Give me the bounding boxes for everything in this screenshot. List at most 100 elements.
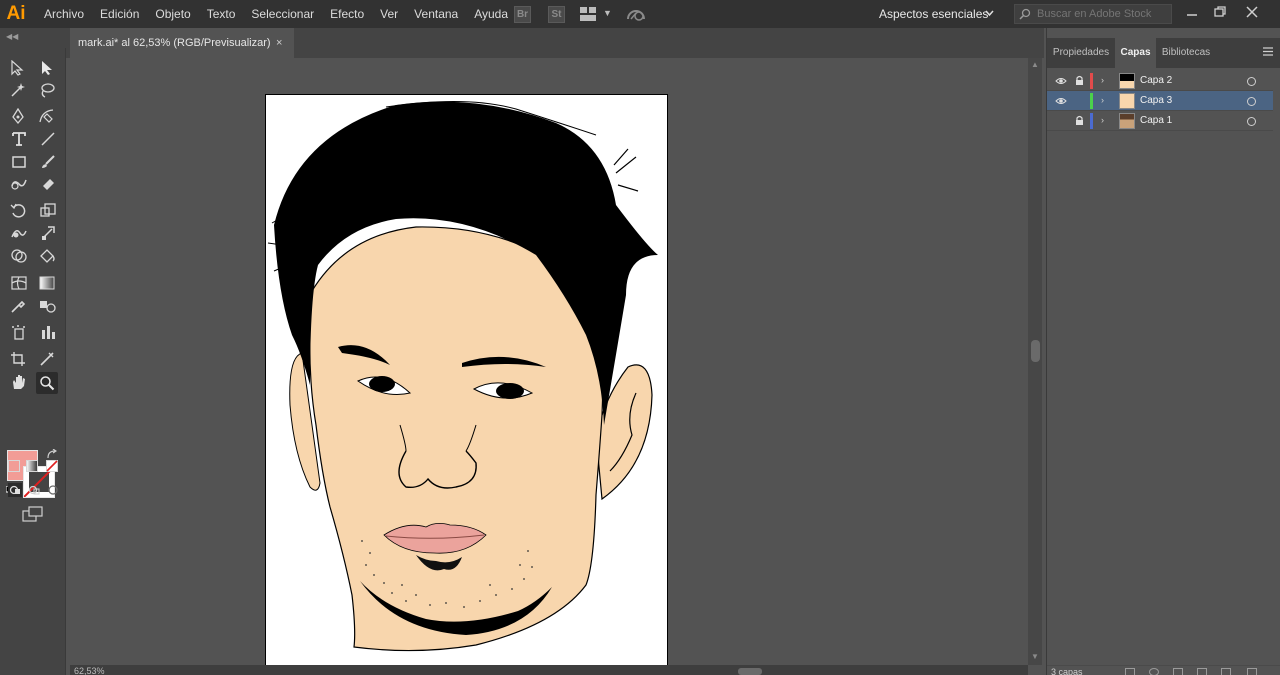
rectangle-tool-icon[interactable] xyxy=(11,154,27,170)
layer-name[interactable]: Capa 1 xyxy=(1140,111,1172,131)
line-segment-tool-icon[interactable] xyxy=(40,131,56,147)
workspace-switcher[interactable]: Aspectos esenciales xyxy=(879,0,988,28)
panel-menu-icon[interactable] xyxy=(1263,47,1273,56)
canvas-area[interactable] xyxy=(70,58,1028,665)
vertical-scrollbar[interactable]: ▲ ▼ xyxy=(1028,58,1042,665)
layer-color-strip xyxy=(1090,93,1093,109)
lock-icon[interactable] xyxy=(1075,75,1084,86)
artboard[interactable] xyxy=(265,94,668,665)
paintbrush-tool-icon[interactable] xyxy=(40,154,56,170)
pen-tool-icon[interactable] xyxy=(10,108,26,124)
layer-row[interactable]: › Capa 2 xyxy=(1047,71,1273,91)
zoom-level-field[interactable]: 62,53% xyxy=(74,665,105,675)
layer-color-strip xyxy=(1090,113,1093,129)
warp-tool-icon[interactable] xyxy=(10,225,28,241)
scroll-up-icon[interactable]: ▲ xyxy=(1031,60,1039,69)
vertical-scroll-thumb[interactable] xyxy=(1031,340,1040,362)
gradient-mode-icon[interactable] xyxy=(26,460,38,472)
selection-tool-icon[interactable] xyxy=(10,60,24,76)
none-mode-icon[interactable] xyxy=(46,460,58,472)
bridge-icon[interactable]: Br xyxy=(514,6,531,23)
curvature-tool-icon[interactable] xyxy=(38,108,56,124)
delete-layer-icon[interactable] xyxy=(1247,668,1257,675)
shape-builder-tool-icon[interactable] xyxy=(10,248,28,264)
layer-row[interactable]: › Capa 1 xyxy=(1047,111,1273,131)
blend-tool-icon[interactable] xyxy=(38,298,56,314)
layer-name[interactable]: Capa 2 xyxy=(1140,71,1172,91)
visibility-eye-icon[interactable] xyxy=(1055,117,1067,125)
menu-edicion[interactable]: Edición xyxy=(92,0,147,28)
type-tool-icon[interactable] xyxy=(11,131,27,147)
menu-ventana[interactable]: Ventana xyxy=(406,0,466,28)
tab-propiedades[interactable]: Propiedades xyxy=(1047,38,1115,68)
menu-texto[interactable]: Texto xyxy=(199,0,244,28)
expand-layer-chevron-icon[interactable]: › xyxy=(1101,75,1104,85)
layer-name[interactable]: Capa 3 xyxy=(1140,91,1172,111)
draw-inside-icon[interactable] xyxy=(46,483,60,497)
column-graph-tool-icon[interactable] xyxy=(39,324,57,340)
restore-button[interactable] xyxy=(1212,4,1228,20)
chevron-down-icon[interactable] xyxy=(985,10,994,16)
lasso-tool-icon[interactable] xyxy=(38,82,56,98)
target-icon[interactable] xyxy=(1247,117,1256,126)
stock-search-input[interactable] xyxy=(1014,4,1172,24)
draw-behind-icon[interactable] xyxy=(27,483,41,497)
gradient-tool-icon[interactable] xyxy=(39,275,55,291)
close-tab-icon[interactable]: × xyxy=(276,28,282,58)
new-layer-icon[interactable] xyxy=(1221,668,1231,675)
expand-layer-chevron-icon[interactable]: › xyxy=(1101,95,1104,105)
target-icon[interactable] xyxy=(1247,97,1256,106)
scale-tool-icon[interactable] xyxy=(39,202,57,218)
expand-layer-chevron-icon[interactable]: › xyxy=(1101,115,1104,125)
visibility-eye-icon[interactable] xyxy=(1055,97,1067,105)
make-clipping-mask-icon[interactable] xyxy=(1173,668,1183,675)
document-tab[interactable]: mark.ai* al 62,53% (RGB/Previsualizar) xyxy=(70,28,294,58)
minimize-button[interactable] xyxy=(1184,4,1200,20)
rotate-tool-icon[interactable] xyxy=(10,202,28,218)
mesh-tool-icon[interactable] xyxy=(10,275,28,291)
collapse-toolbar-icon[interactable]: ◀◀ xyxy=(6,32,18,41)
lock-icon[interactable] xyxy=(1075,95,1084,106)
app-logo: Ai xyxy=(6,3,26,24)
eraser-tool-icon[interactable] xyxy=(40,176,56,192)
chevron-down-icon[interactable]: ▼ xyxy=(603,8,612,18)
arrange-documents-icon[interactable] xyxy=(580,7,596,21)
tab-capas[interactable]: Capas xyxy=(1115,38,1156,68)
menu-efecto[interactable]: Efecto xyxy=(322,0,372,28)
layer-row[interactable]: › Capa 3 xyxy=(1047,91,1273,111)
horizontal-scroll-thumb[interactable] xyxy=(738,668,762,675)
eyedropper-tool-icon[interactable] xyxy=(10,298,26,314)
screen-mode-icon[interactable] xyxy=(22,506,44,522)
menu-archivo[interactable]: Archivo xyxy=(36,0,92,28)
shaper-tool-icon[interactable] xyxy=(10,176,28,192)
menu-seleccionar[interactable]: Seleccionar xyxy=(243,0,322,28)
gpu-performance-icon[interactable] xyxy=(625,5,647,23)
zoom-tool[interactable] xyxy=(36,372,58,394)
scroll-down-icon[interactable]: ▼ xyxy=(1031,652,1039,661)
menu-objeto[interactable]: Objeto xyxy=(147,0,198,28)
tools-panel xyxy=(0,48,66,675)
layer-count: 3 capas xyxy=(1051,667,1083,675)
stock-icon[interactable]: St xyxy=(548,6,565,23)
direct-selection-tool-icon[interactable] xyxy=(40,60,54,76)
menu-ver[interactable]: Ver xyxy=(372,0,406,28)
menu-ayuda[interactable]: Ayuda xyxy=(466,0,516,28)
color-mode-icon[interactable] xyxy=(8,460,20,472)
slice-tool-icon[interactable] xyxy=(39,351,55,367)
hand-tool-icon[interactable] xyxy=(10,374,28,390)
locate-object-icon[interactable] xyxy=(1149,668,1159,675)
close-button[interactable] xyxy=(1244,4,1260,20)
panel-dock: Propiedades Capas Bibliotecas › Capa 2 › Ca… xyxy=(1046,28,1280,675)
target-icon[interactable] xyxy=(1247,77,1256,86)
tab-bibliotecas[interactable]: Bibliotecas xyxy=(1156,38,1216,68)
artboard-tool-icon[interactable] xyxy=(10,351,26,367)
free-transform-tool-icon[interactable] xyxy=(40,225,56,241)
magic-wand-tool-icon[interactable] xyxy=(10,82,26,98)
lock-icon[interactable] xyxy=(1075,115,1084,126)
new-sublayer-icon[interactable] xyxy=(1197,668,1207,675)
export-icon[interactable] xyxy=(1125,668,1135,675)
live-paint-bucket-tool-icon[interactable] xyxy=(38,248,56,264)
symbol-sprayer-tool-icon[interactable] xyxy=(10,324,28,340)
draw-normal-icon[interactable] xyxy=(8,483,22,497)
visibility-eye-icon[interactable] xyxy=(1055,77,1067,85)
